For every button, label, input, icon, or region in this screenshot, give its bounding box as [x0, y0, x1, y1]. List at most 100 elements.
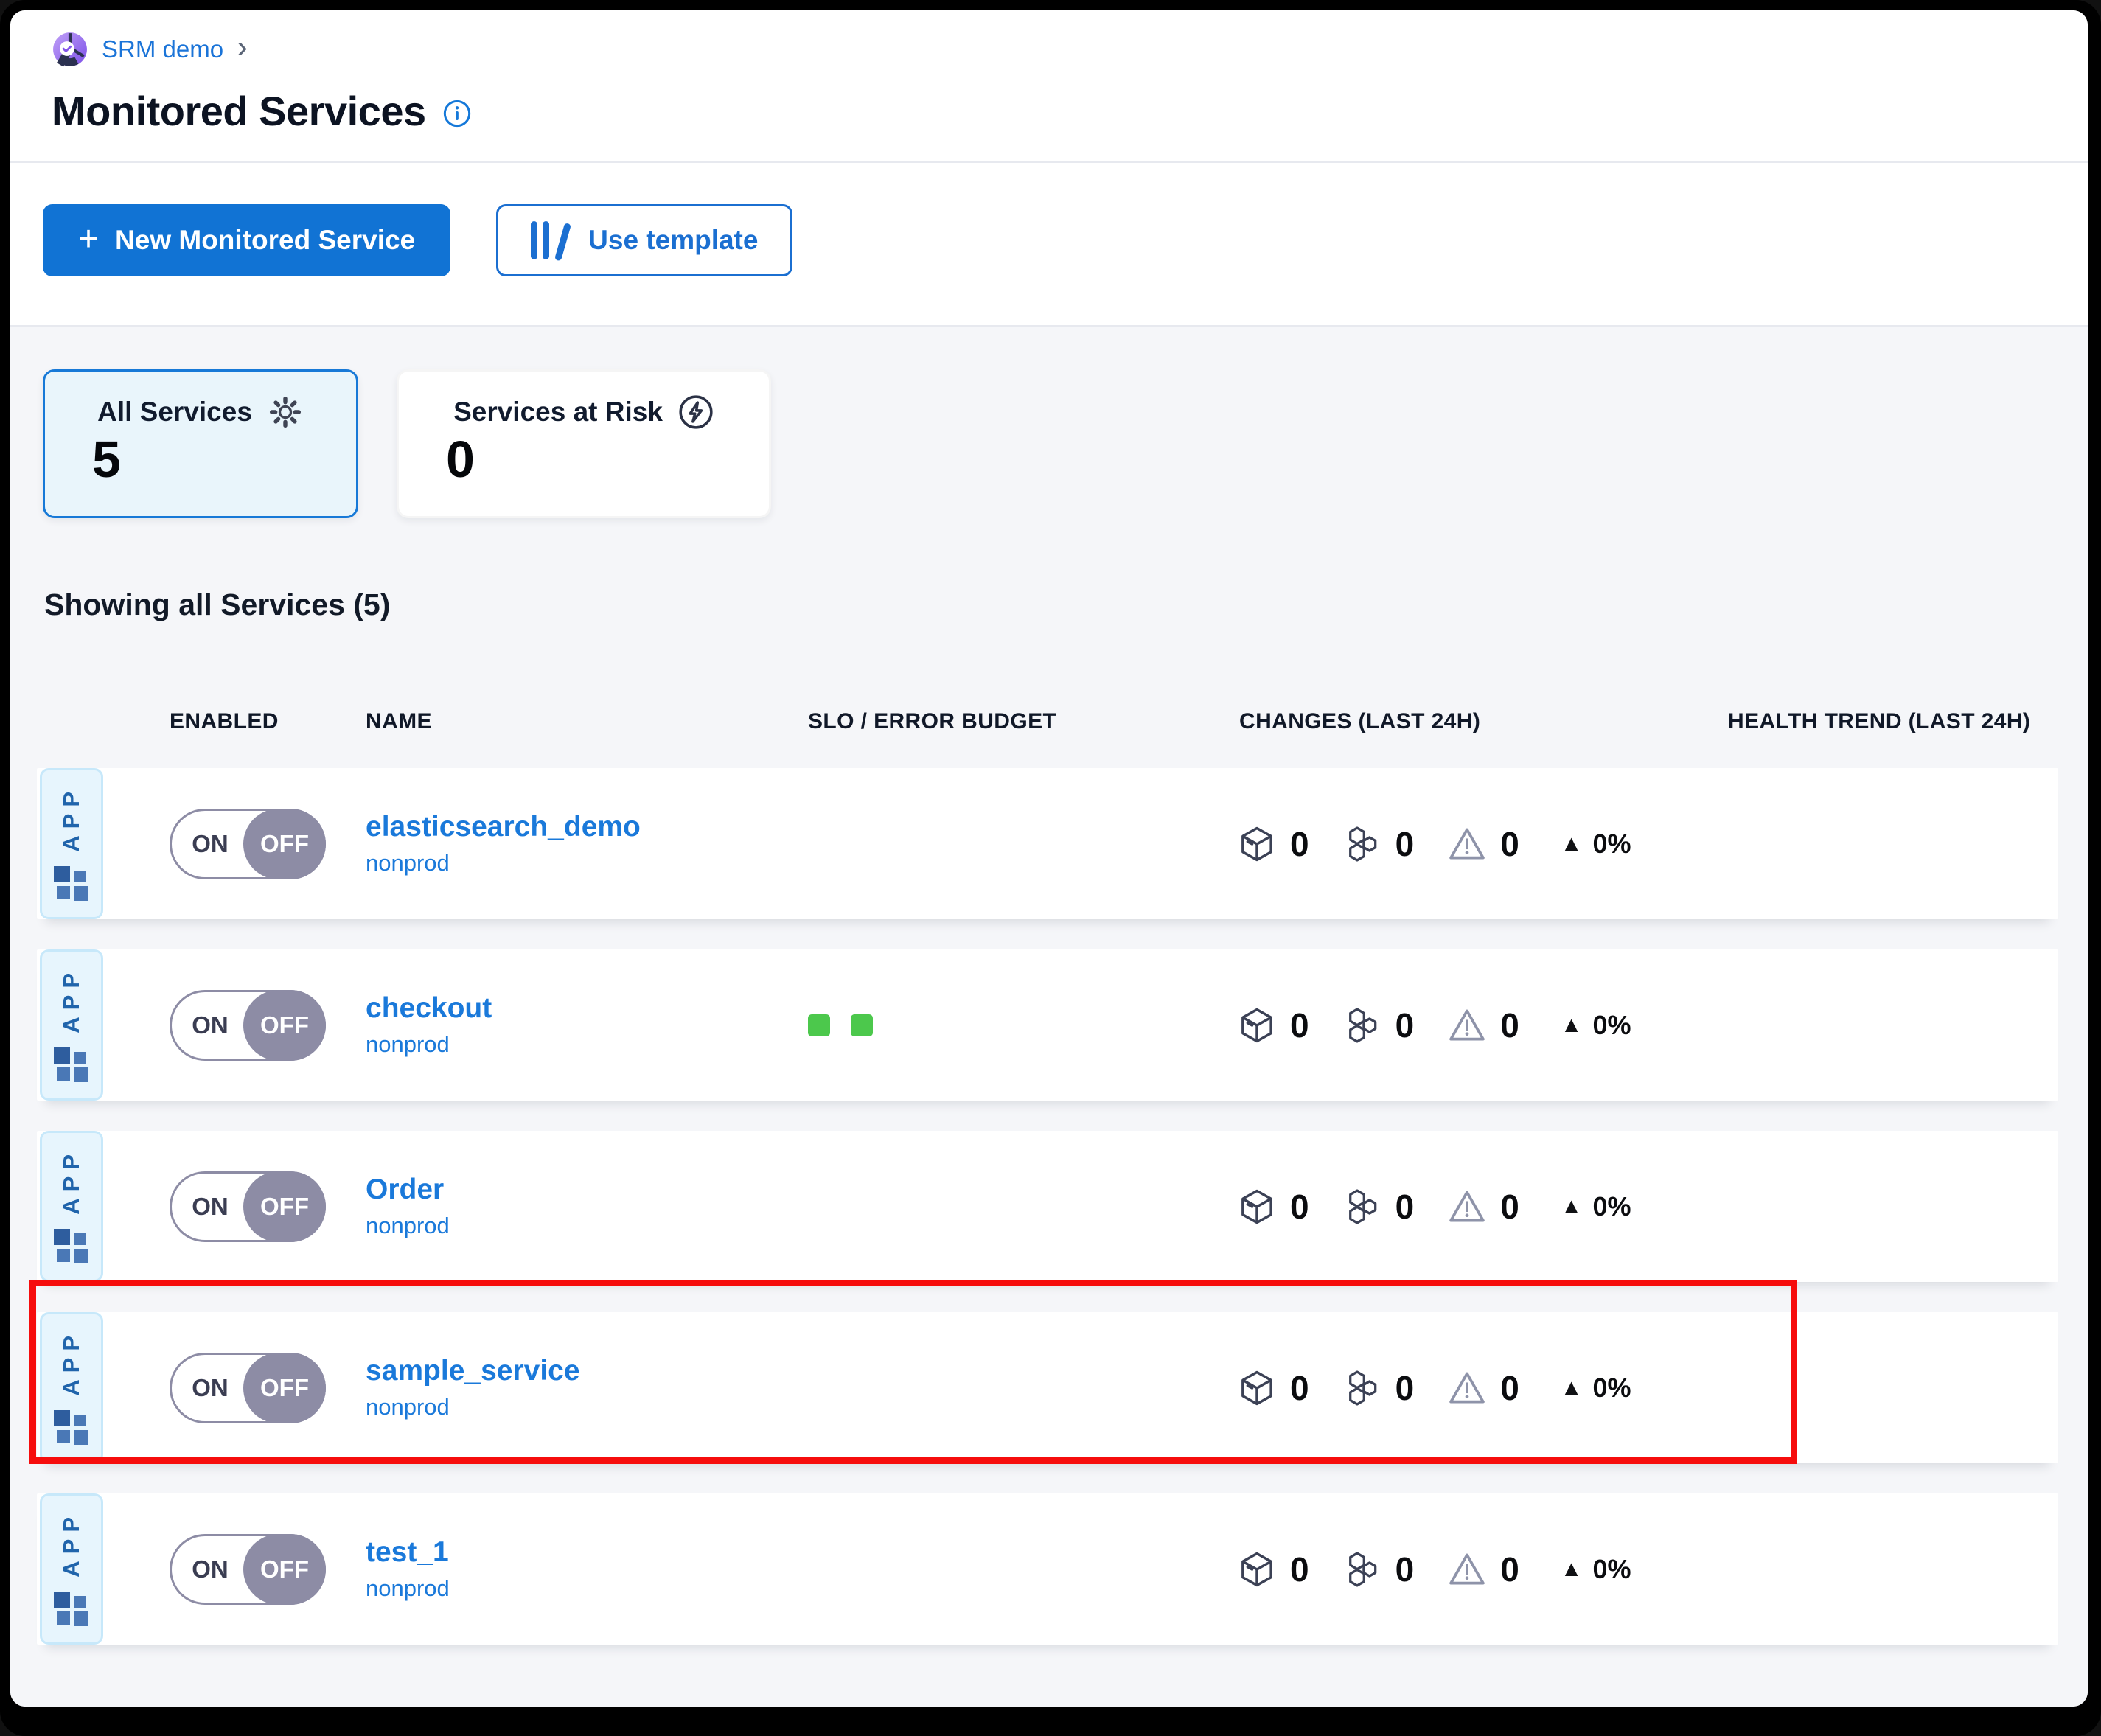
- service-env-link[interactable]: nonprod: [366, 1394, 793, 1420]
- service-env-link[interactable]: nonprod: [366, 1213, 793, 1239]
- services-at-risk-card[interactable]: Services at Risk 0: [397, 369, 771, 518]
- services-at-risk-label: Services at Risk: [453, 397, 663, 428]
- enabled-toggle[interactable]: ON OFF: [170, 1171, 326, 1242]
- app-tag[interactable]: APP: [40, 1131, 103, 1282]
- enabled-cell: ON OFF: [108, 1534, 351, 1605]
- trend-change: ▲ 0%: [1561, 1373, 1631, 1404]
- row-type-cell: APP: [40, 768, 108, 919]
- service-name-link[interactable]: checkout: [366, 992, 793, 1025]
- toggle-on-label[interactable]: ON: [172, 1555, 248, 1583]
- toggle-on-label[interactable]: ON: [172, 830, 248, 858]
- all-services-card[interactable]: All Services 5: [43, 369, 358, 518]
- app-grid-icon: [54, 1047, 90, 1084]
- trend-up-icon: ▲: [1561, 1194, 1583, 1219]
- toggle-on-label[interactable]: ON: [172, 1011, 248, 1039]
- row-type-cell: APP: [40, 1131, 108, 1282]
- name-cell: test_1 nonprod: [351, 1536, 793, 1602]
- app-tag-label: APP: [58, 785, 85, 852]
- warning-triangle-icon: [1446, 1549, 1488, 1590]
- resources-count: 0: [1396, 824, 1415, 864]
- app-tag-label: APP: [58, 966, 85, 1033]
- hexagons-icon: [1342, 1005, 1383, 1046]
- use-template-button[interactable]: Use template: [496, 204, 792, 276]
- breadcrumb-link-srm-demo[interactable]: SRM demo: [102, 35, 223, 63]
- service-env-link[interactable]: nonprod: [366, 1031, 793, 1058]
- lightning-icon: [677, 394, 714, 430]
- deployments-change: 0: [1236, 1005, 1309, 1046]
- srm-logo-icon[interactable]: [52, 31, 88, 68]
- slo-cell: [793, 1014, 1224, 1036]
- resources-count: 0: [1396, 1187, 1415, 1227]
- column-header-name: NAME: [351, 709, 793, 734]
- service-env-link[interactable]: nonprod: [366, 850, 793, 876]
- health-trend-cell: [1707, 1384, 2058, 1392]
- health-trend-cell: [1707, 1203, 2058, 1210]
- enabled-toggle[interactable]: ON OFF: [170, 1534, 326, 1605]
- services-at-risk-count: 0: [424, 433, 744, 485]
- alerts-change: 0: [1446, 1005, 1519, 1046]
- all-services-label: All Services: [97, 397, 252, 428]
- service-name-link[interactable]: elasticsearch_demo: [366, 811, 793, 844]
- row-type-cell: APP: [40, 1493, 108, 1645]
- app-tag[interactable]: APP: [40, 768, 103, 919]
- monitored-services-page: SRM demo › Monitored Services + New Moni…: [10, 10, 2088, 1707]
- column-header-changes: CHANGES (LAST 24H): [1224, 709, 1707, 734]
- package-icon: [1236, 1005, 1278, 1046]
- app-grid-icon: [54, 1592, 90, 1628]
- service-name-link[interactable]: Order: [366, 1174, 793, 1207]
- enabled-toggle[interactable]: ON OFF: [170, 809, 326, 879]
- changes-cell: 0 0 0: [1224, 1549, 1707, 1590]
- deployments-count: 0: [1290, 1187, 1309, 1227]
- toggle-off-label[interactable]: OFF: [243, 1534, 326, 1605]
- app-tag-label: APP: [58, 1329, 85, 1396]
- enabled-cell: ON OFF: [108, 990, 351, 1061]
- resources-count: 0: [1396, 1549, 1415, 1589]
- app-tag[interactable]: APP: [40, 949, 103, 1101]
- template-library-icon: [531, 221, 572, 259]
- trend-percent: 0%: [1592, 1373, 1631, 1404]
- enabled-cell: ON OFF: [108, 809, 351, 879]
- alerts-change: 0: [1446, 1186, 1519, 1227]
- alerts-count: 0: [1500, 824, 1519, 864]
- app-tag-label: APP: [58, 1510, 85, 1578]
- summary-cards: All Services 5 Services at R: [43, 369, 2088, 518]
- app-grid-icon: [54, 1229, 90, 1265]
- toggle-off-label[interactable]: OFF: [243, 809, 326, 879]
- alerts-count: 0: [1500, 1187, 1519, 1227]
- resources-change: 0: [1342, 1549, 1415, 1590]
- app-tag[interactable]: APP: [40, 1312, 103, 1463]
- trend-up-icon: ▲: [1561, 1013, 1583, 1038]
- table-header-row: ENABLED NAME SLO / ERROR BUDGET CHANGES …: [37, 622, 2058, 768]
- trend-percent: 0%: [1592, 829, 1631, 860]
- toolbar: + New Monitored Service Use template: [10, 163, 2088, 327]
- hexagons-icon: [1342, 823, 1383, 865]
- info-icon[interactable]: [442, 99, 472, 128]
- warning-triangle-icon: [1446, 1367, 1488, 1409]
- hexagons-icon: [1342, 1367, 1383, 1409]
- name-cell: sample_service nonprod: [351, 1355, 793, 1420]
- service-env-link[interactable]: nonprod: [366, 1575, 793, 1602]
- title-row: Monitored Services: [52, 87, 2088, 135]
- toggle-off-label[interactable]: OFF: [243, 1171, 326, 1242]
- name-cell: elasticsearch_demo nonprod: [351, 811, 793, 876]
- changes-cell: 0 0 0: [1224, 1005, 1707, 1046]
- toggle-off-label[interactable]: OFF: [243, 990, 326, 1061]
- page-title: Monitored Services: [52, 87, 426, 135]
- app-tag[interactable]: APP: [40, 1493, 103, 1645]
- name-cell: checkout nonprod: [351, 992, 793, 1058]
- trend-change: ▲ 0%: [1561, 1010, 1631, 1041]
- toggle-on-label[interactable]: ON: [172, 1193, 248, 1221]
- enabled-toggle[interactable]: ON OFF: [170, 990, 326, 1061]
- gear-icon: [267, 394, 304, 430]
- column-header-slo: SLO / ERROR BUDGET: [793, 709, 1224, 734]
- new-monitored-service-button[interactable]: + New Monitored Service: [43, 204, 450, 276]
- toggle-on-label[interactable]: ON: [172, 1374, 248, 1402]
- table-row-sample_service: APP ON OFF sample_service nonprod: [37, 1312, 2058, 1463]
- health-trend-cell: [1707, 1566, 2058, 1573]
- service-name-link[interactable]: sample_service: [366, 1355, 793, 1388]
- toggle-off-label[interactable]: OFF: [243, 1353, 326, 1423]
- service-name-link[interactable]: test_1: [366, 1536, 793, 1569]
- enabled-toggle[interactable]: ON OFF: [170, 1353, 326, 1423]
- resources-count: 0: [1396, 1005, 1415, 1045]
- resources-count: 0: [1396, 1368, 1415, 1408]
